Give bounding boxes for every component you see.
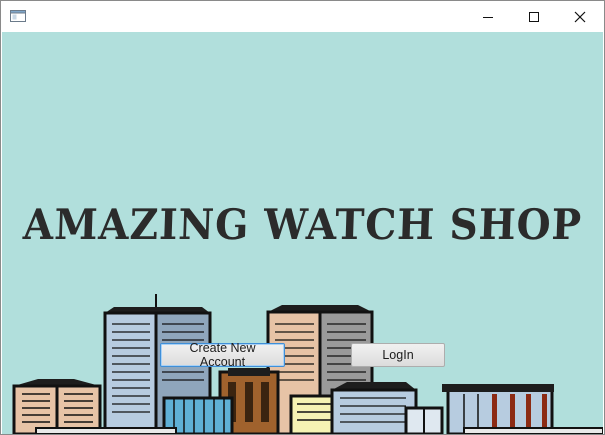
login-button[interactable]: LogIn (351, 343, 445, 367)
main-panel: AMAZING WATCH SHOP Create New Account Lo… (2, 32, 603, 434)
building-blue (330, 382, 444, 434)
maximize-icon (529, 11, 539, 22)
app-window-icon (10, 10, 26, 22)
app-window: AMAZING WATCH SHOP Create New Account Lo… (0, 0, 605, 435)
minimize-icon (483, 16, 493, 18)
title-bar[interactable] (1, 1, 604, 32)
building-right (442, 384, 554, 434)
building-left (12, 379, 102, 434)
maximize-button[interactable] (511, 1, 557, 32)
close-button[interactable] (557, 1, 603, 32)
close-icon (574, 11, 586, 22)
create-account-button[interactable]: Create New Account (160, 341, 285, 369)
city-skyline-illustration (12, 294, 603, 434)
minimize-button[interactable] (465, 1, 511, 32)
